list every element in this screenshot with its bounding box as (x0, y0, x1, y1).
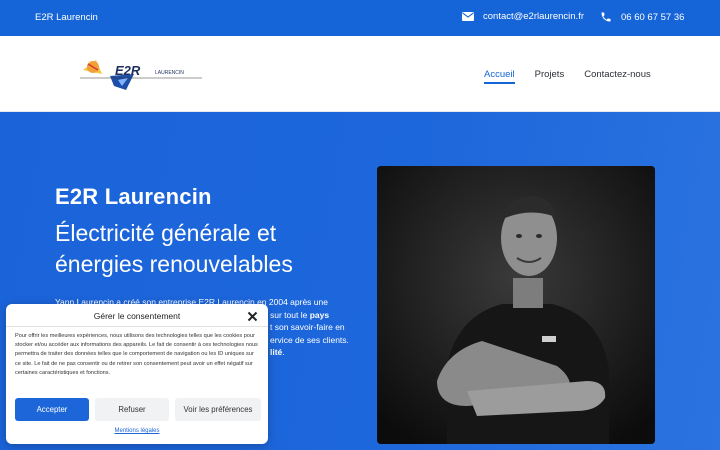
email-link[interactable]: contact@e2rlaurencin.fr (483, 11, 584, 22)
envelope-icon (462, 12, 474, 21)
cookie-divider (6, 326, 268, 327)
nav-accueil[interactable]: Accueil (484, 69, 515, 84)
top-bar: E2R Laurencin contact@e2rlaurencin.fr 06… (0, 0, 720, 36)
cookie-consent-dialog: Gérer le consentement Pour offrir les me… (6, 304, 268, 444)
site-logo[interactable]: E2R LAURENCIN (80, 56, 205, 96)
hero-subtitle: Électricité générale et énergies renouve… (55, 220, 293, 277)
site-header: E2R LAURENCIN Accueil Projets Contactez-… (0, 36, 720, 112)
svg-text:LAURENCIN: LAURENCIN (155, 70, 184, 76)
legal-link[interactable]: Mentions légales (6, 428, 268, 434)
nav-contactez-nous[interactable]: Contactez-nous (584, 69, 651, 80)
phone-number[interactable]: 06 60 67 57 36 (621, 12, 684, 23)
phone-icon (600, 11, 612, 23)
preferences-button[interactable]: Voir les préférences (175, 398, 261, 421)
svg-text:E2R: E2R (115, 63, 141, 78)
cookie-buttons: Accepter Refuser Voir les préférences (15, 398, 261, 421)
cookie-title: Gérer le consentement (93, 311, 181, 321)
topbar-email[interactable]: contact@e2rlaurencin.fr (462, 11, 584, 22)
topbar-brand: E2R Laurencin (35, 12, 98, 23)
nav-projets[interactable]: Projets (535, 69, 565, 80)
refuse-button[interactable]: Refuser (95, 398, 169, 421)
portrait-photo (377, 166, 655, 444)
hero-title: E2R Laurencin (55, 184, 212, 209)
close-icon[interactable] (247, 309, 258, 322)
topbar-phone[interactable]: 06 60 67 57 36 (600, 11, 684, 23)
hero-body-bold1: pays (309, 309, 330, 320)
accept-button[interactable]: Accepter (15, 398, 89, 421)
hero-body-end: . (282, 347, 285, 357)
main-nav: Accueil Projets Contactez-nous (484, 69, 651, 84)
cookie-text: Pour offrir les meilleures expériences, … (15, 333, 258, 376)
